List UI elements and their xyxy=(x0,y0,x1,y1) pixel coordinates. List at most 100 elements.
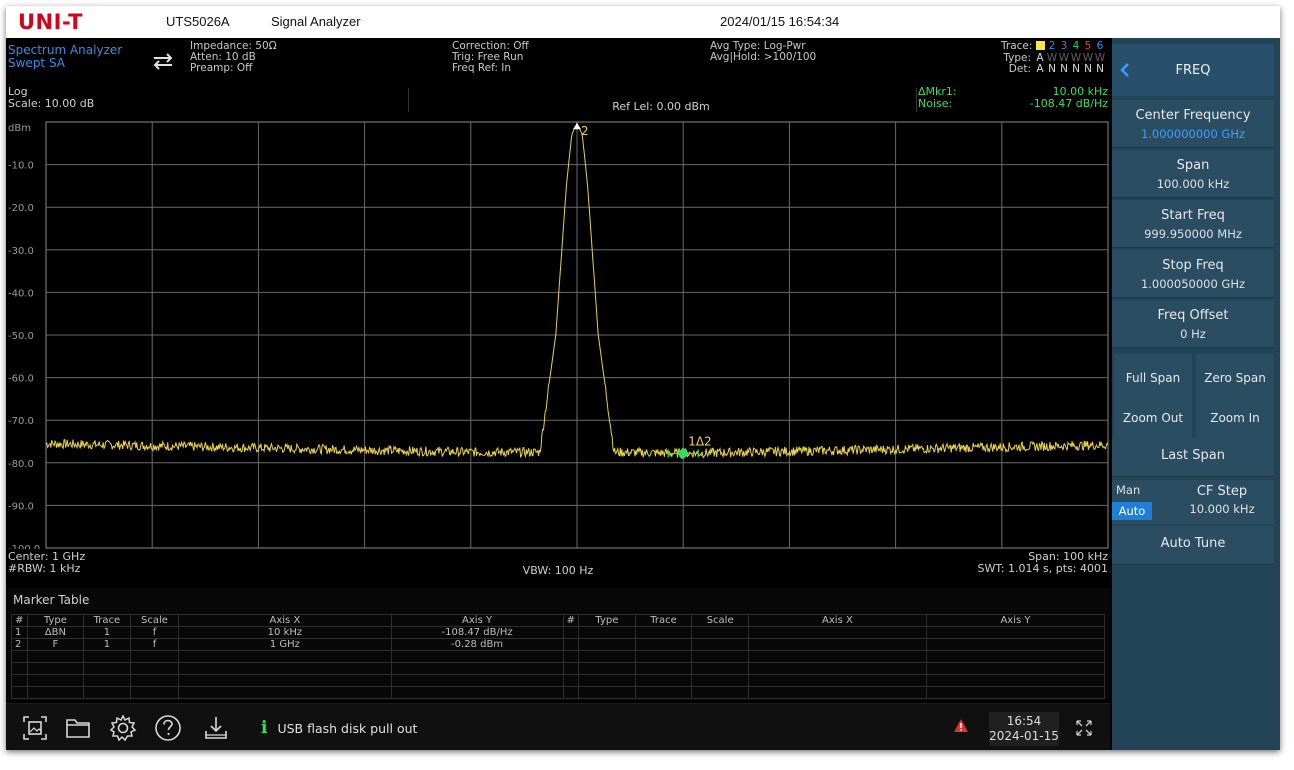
marker-table-cell xyxy=(925,686,1106,699)
marker-table-cell xyxy=(129,650,180,663)
plot-footer: Center: 1 GHz #RBW: 1 kHz VBW: 100 Hz Sp… xyxy=(6,548,1110,582)
marker-table-cell: F xyxy=(26,638,85,651)
marker-table-cell xyxy=(11,686,28,699)
download-icon xyxy=(205,717,227,739)
trace-1-indicator xyxy=(1035,41,1045,50)
marker-table-row[interactable] xyxy=(11,650,1106,663)
marker-table-cell xyxy=(691,638,749,651)
screenshot-button[interactable] xyxy=(18,712,52,744)
marker-table-cell xyxy=(578,674,636,687)
mode-indicator[interactable]: Spectrum Analyzer Swept SA xyxy=(8,44,122,70)
marker-table-cell xyxy=(11,650,28,663)
trace-status-grid[interactable]: Trace: 2 3 4 5 6 Type: A W W W W W Det: … xyxy=(976,41,1106,75)
freq-offset-key[interactable]: Freq Offset 0 Hz xyxy=(1112,300,1274,348)
swap-mode-button[interactable] xyxy=(148,46,178,76)
noise-label: Noise: xyxy=(918,97,953,110)
marker-table-cell xyxy=(26,662,85,675)
cf-step-auto-option[interactable]: Auto xyxy=(1112,502,1152,520)
spectrum-plot[interactable]: dBm -10.0 -20.0 -30.0 -40.0 -50.0 -60.0 -70.0 -8… xyxy=(6,116,1110,555)
marker-table-row[interactable]: 2F1f1 GHz -0.28 dBm xyxy=(11,638,1106,651)
warning-button[interactable] xyxy=(953,718,969,737)
auto-tune-key[interactable]: Auto Tune xyxy=(1112,526,1274,565)
plot-header: Log Scale: 10.00 dB Ref Lel: 0.00 dBm ΔM… xyxy=(6,84,1110,118)
title-datetime: 2024/01/15 16:54:34 xyxy=(720,14,840,29)
marker-1-label: 1Δ2 xyxy=(688,434,711,448)
zoom-out-button[interactable]: Zoom Out xyxy=(1114,394,1192,441)
center-frequency-key[interactable]: Center Frequency 1.000000000 GHz xyxy=(1112,100,1274,148)
auto-tune-label: Auto Tune xyxy=(1160,536,1226,551)
help-button[interactable] xyxy=(151,712,185,744)
marker-table-row[interactable]: 1 ΔBN 1 f 10 kHz -108.47 dB/Hz xyxy=(11,626,1106,639)
marker-table-cell xyxy=(747,650,927,663)
settings-button[interactable] xyxy=(106,712,140,744)
marker-table-header-cell: Scale xyxy=(691,614,749,627)
marker-table-cell xyxy=(925,662,1106,675)
marker-table-cell xyxy=(634,650,693,663)
start-freq-key[interactable]: Start Freq 999.950000 MHz xyxy=(1112,200,1274,248)
trace-det: N xyxy=(1084,63,1092,75)
marker-table-cell: ΔBN xyxy=(26,626,85,639)
marker-table-header-cell: Type xyxy=(578,614,636,627)
marker-table-header-cell: # xyxy=(11,614,28,627)
zoom-in-button[interactable]: Zoom In xyxy=(1196,394,1274,441)
marker-table-title: Marker Table xyxy=(13,593,90,607)
marker-2-label: 2 xyxy=(581,124,589,138)
marker-noise-value: -108.47 dB/Hz xyxy=(1029,97,1108,110)
status-header: Spectrum Analyzer Swept SA Impedance: 50… xyxy=(6,38,1110,82)
average-settings[interactable]: Avg Type: Log-Pwr Avg|Hold: >100/100 xyxy=(710,41,816,63)
fullscreen-button[interactable] xyxy=(1064,712,1104,744)
marker-table-cell xyxy=(390,674,564,687)
vbw-text[interactable]: VBW: 100 Hz xyxy=(6,564,1110,577)
system-clock[interactable]: 16:54 2024-01-15 xyxy=(989,712,1059,746)
cf-step-value: 10.000 kHz xyxy=(1189,502,1255,516)
trigger-settings[interactable]: Correction: Off Trig: Free Run Freq Ref:… xyxy=(452,41,529,74)
back-button[interactable] xyxy=(1112,62,1138,78)
last-span-label: Last Span xyxy=(1161,448,1225,463)
screenshot-icon xyxy=(23,716,47,740)
y-tick-label: -30.0 xyxy=(8,246,34,257)
marker-table-cell xyxy=(562,650,580,663)
stop-freq-key[interactable]: Stop Freq 1.000050000 GHz xyxy=(1112,250,1274,298)
input-settings[interactable]: Impedance: 50Ω Atten: 10 dB Preamp: Off xyxy=(190,41,277,74)
file-manager-button[interactable] xyxy=(61,712,95,744)
cf-step-man-option[interactable]: Man xyxy=(1116,483,1140,497)
last-span-key[interactable]: Last Span xyxy=(1112,438,1274,477)
marker-table-cell xyxy=(691,662,749,675)
marker-table-cell xyxy=(634,686,693,699)
y-tick-label: dBm xyxy=(8,123,31,134)
marker-table-cell xyxy=(83,662,131,675)
marker-table-cell: 1 xyxy=(83,626,131,639)
stop-freq-label: Stop Freq xyxy=(1162,258,1224,273)
uni-t-logo: UNI-T xyxy=(18,10,83,34)
marker-table-row[interactable] xyxy=(11,674,1106,687)
marker-table-cell xyxy=(747,686,927,699)
marker-table-row[interactable] xyxy=(11,686,1106,699)
marker-table-cell xyxy=(11,662,28,675)
marker-table-cell xyxy=(925,638,1106,651)
marker-table-cell xyxy=(691,686,749,699)
span-key[interactable]: Span 100.000 kHz xyxy=(1112,150,1274,198)
trace-det: A xyxy=(1036,63,1044,75)
start-freq-label: Start Freq xyxy=(1161,208,1225,223)
marker-table-cell xyxy=(578,650,636,663)
marker-table-cell: -108.47 dB/Hz xyxy=(390,626,564,639)
det-label: Det: xyxy=(1008,63,1031,75)
marker-table-grid[interactable]: # Type Trace Scale Axis X Axis Y # Type Trace Sca… xyxy=(11,614,1106,699)
marker-table-cell xyxy=(562,686,580,699)
marker-table-cell xyxy=(562,674,580,687)
marker-table-row[interactable] xyxy=(11,662,1106,675)
marker-readout-values: 10.00 kHz -108.47 dB/Hz xyxy=(1030,86,1108,110)
marker-table-cell xyxy=(747,662,927,675)
marker-table-header-cell: Axis Y xyxy=(925,614,1106,627)
span-label: Span xyxy=(1176,158,1210,173)
freq-offset-label: Freq Offset xyxy=(1157,308,1229,323)
help-icon xyxy=(155,715,181,741)
marker-table-cell xyxy=(747,626,927,639)
cf-step-key[interactable]: Man Auto CF Step 10.000 kHz xyxy=(1112,480,1274,524)
app-title: Signal Analyzer xyxy=(271,14,361,29)
panel-title: FREQ xyxy=(1175,62,1211,78)
y-tick-label: -50.0 xyxy=(8,331,34,342)
footer-right[interactable]: Span: 100 kHz SWT: 1.014 s, pts: 4001 xyxy=(977,551,1108,575)
marker-table-cell xyxy=(691,626,749,639)
save-button[interactable] xyxy=(199,712,233,744)
